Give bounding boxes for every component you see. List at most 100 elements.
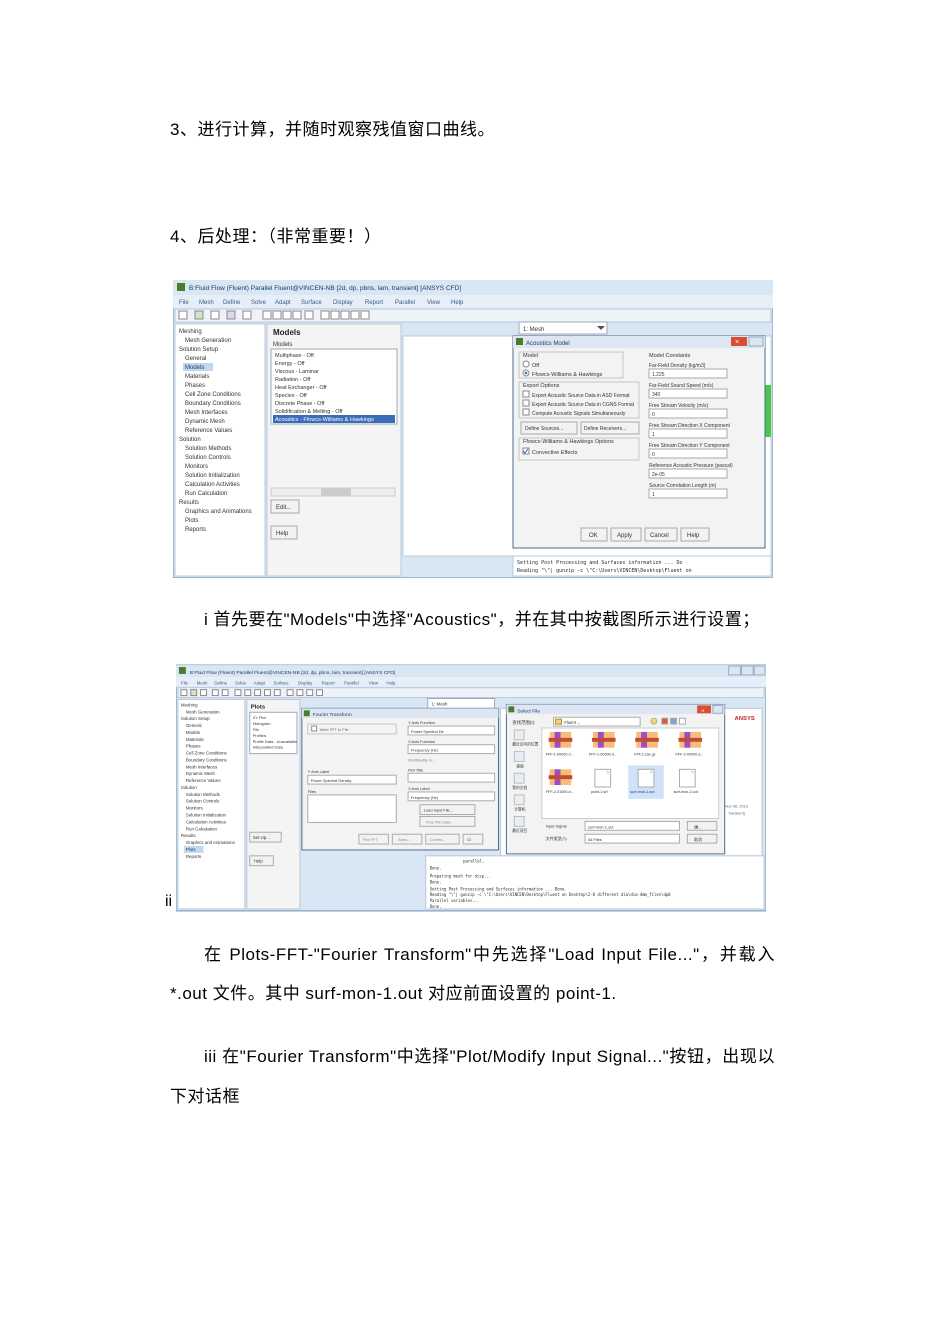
tree-item[interactable]: Models bbox=[186, 730, 201, 735]
tree-calc-act[interactable]: Calculation Activities bbox=[185, 482, 240, 488]
constant-input[interactable] bbox=[649, 449, 727, 458]
export-check1[interactable] bbox=[523, 391, 529, 397]
model-item[interactable]: Multiphase - Off bbox=[275, 353, 314, 359]
tree-item[interactable]: Results bbox=[181, 833, 196, 838]
tree-item[interactable]: Solution Initialization bbox=[186, 813, 227, 818]
place-label[interactable]: 桌面 bbox=[516, 764, 524, 769]
file-label[interactable]: point-1.srf bbox=[591, 790, 609, 794]
place-icon[interactable] bbox=[514, 774, 524, 784]
place-label[interactable]: 最近项目 bbox=[512, 829, 527, 834]
model-item[interactable]: Radiation - Off bbox=[275, 377, 311, 383]
tree-item[interactable]: Phases bbox=[186, 744, 201, 749]
menu-parallel[interactable]: Parallel bbox=[395, 300, 415, 306]
tree-item[interactable]: Dynamic Mesh bbox=[186, 771, 216, 776]
write-check[interactable] bbox=[312, 726, 317, 731]
tree-item[interactable]: Reports bbox=[186, 854, 202, 859]
radio-off[interactable] bbox=[523, 361, 529, 367]
tree-item[interactable]: Boundary Conditions bbox=[186, 758, 228, 763]
menu-help[interactable]: Help bbox=[451, 300, 464, 306]
file-label-selected[interactable]: surf-mon-1.out bbox=[630, 790, 654, 794]
tree-item-plots[interactable]: Plots bbox=[186, 847, 197, 852]
file-icon-archive[interactable] bbox=[635, 732, 659, 748]
tree-meshing[interactable]: Meshing bbox=[179, 329, 202, 335]
plot-item[interactable]: Histogram bbox=[253, 721, 272, 726]
menu-view[interactable]: View bbox=[427, 300, 441, 306]
tree-materials[interactable]: Materials bbox=[185, 374, 209, 380]
file-icon-archive[interactable] bbox=[549, 770, 573, 786]
close-button2[interactable] bbox=[463, 834, 483, 844]
place-label[interactable]: 我的文档 bbox=[512, 785, 527, 790]
tree-models[interactable]: Models bbox=[185, 365, 204, 371]
tree-sol-init[interactable]: Solution Initialization bbox=[185, 473, 240, 479]
tree-item[interactable]: Solution Methods bbox=[186, 792, 221, 797]
menu-surface[interactable]: Surface bbox=[301, 300, 322, 306]
menu-display[interactable]: Display bbox=[333, 300, 353, 306]
file-label[interactable]: surf-mon-2.out bbox=[674, 790, 698, 794]
model-item-acoustics[interactable]: Acoustics - Ffowcs-Williams & Hawkings bbox=[275, 417, 374, 423]
tree-sol-ctrl[interactable]: Solution Controls bbox=[185, 455, 231, 461]
menu-item[interactable]: File bbox=[181, 681, 189, 686]
tree-cellzone[interactable]: Cell Zone Conditions bbox=[185, 392, 241, 398]
tree-solution[interactable]: Solution bbox=[179, 437, 201, 443]
menu-item[interactable]: Mesh bbox=[197, 681, 208, 686]
menu-item[interactable]: Adapt bbox=[254, 681, 266, 686]
plot-item[interactable]: File bbox=[253, 727, 259, 732]
menu-file[interactable]: File bbox=[179, 300, 189, 306]
tree-item[interactable]: Calculation Activities bbox=[186, 820, 227, 825]
model-item[interactable]: Heat Exchanger - Off bbox=[275, 385, 327, 391]
model-item[interactable]: Viscous - Laminar bbox=[275, 369, 319, 375]
menu-define[interactable]: Define bbox=[223, 300, 241, 306]
tree-item[interactable]: Mesh Interfaces bbox=[186, 765, 218, 770]
model-item[interactable]: Discrete Phase - Off bbox=[275, 401, 325, 407]
tree-item[interactable]: Solution Setup bbox=[181, 716, 210, 721]
tree-plots[interactable]: Plots bbox=[185, 518, 198, 524]
model-item[interactable]: Energy - Off bbox=[275, 361, 305, 367]
tree-results[interactable]: Results bbox=[179, 500, 199, 506]
open-button[interactable] bbox=[687, 822, 716, 831]
menu-item[interactable]: Parallel bbox=[344, 681, 359, 686]
file-icon-doc[interactable] bbox=[638, 770, 654, 788]
constant-input[interactable] bbox=[649, 429, 727, 438]
tree-graphics[interactable]: Graphics and Animations bbox=[185, 509, 252, 515]
tree-item[interactable]: Monitors bbox=[186, 806, 204, 811]
place-icon[interactable] bbox=[514, 730, 524, 740]
close-btn[interactable] bbox=[754, 666, 765, 675]
constant-input[interactable] bbox=[649, 489, 727, 498]
menu-item[interactable]: Report bbox=[322, 681, 336, 686]
tree-meshing2[interactable]: Meshing bbox=[181, 703, 198, 708]
file-icon-archive[interactable] bbox=[549, 732, 573, 748]
tree-mesh-int[interactable]: Mesh Interfaces bbox=[185, 410, 228, 416]
menu-item[interactable]: View bbox=[369, 681, 379, 686]
tree-sol-methods[interactable]: Solution Methods bbox=[185, 446, 231, 452]
menu-solve[interactable]: Solve bbox=[251, 300, 267, 306]
plottitle-input[interactable] bbox=[408, 774, 495, 783]
tree-phases[interactable]: Phases bbox=[185, 383, 205, 389]
tree-item[interactable]: Reference Values bbox=[186, 778, 221, 783]
place-label[interactable]: 计算机 bbox=[514, 807, 525, 812]
tree-mesh-gen[interactable]: Mesh Generation bbox=[185, 338, 231, 344]
cancel-button2[interactable] bbox=[687, 834, 716, 843]
tree-item[interactable]: Solution Controls bbox=[186, 799, 220, 804]
file-icon-doc[interactable] bbox=[595, 770, 611, 788]
menu-report[interactable]: Report bbox=[365, 300, 383, 306]
model-item[interactable]: Solidification & Melting - Off bbox=[275, 409, 343, 415]
tree-item[interactable]: Cell Zone Conditions bbox=[186, 751, 228, 756]
place-icon[interactable] bbox=[514, 795, 524, 805]
menu-item[interactable]: Display bbox=[298, 681, 313, 686]
file-label[interactable]: FFF-1-00000.d... bbox=[546, 753, 574, 757]
files-list[interactable] bbox=[308, 795, 397, 823]
export-check2[interactable] bbox=[523, 400, 529, 406]
constant-input[interactable] bbox=[649, 389, 727, 398]
tree-general[interactable]: General bbox=[185, 356, 206, 362]
tree-item[interactable]: General bbox=[186, 723, 202, 728]
hscroll-thumb[interactable] bbox=[321, 488, 351, 496]
plot-item[interactable]: XY Plot bbox=[253, 715, 267, 720]
tree-dyn-mesh[interactable]: Dynamic Mesh bbox=[185, 419, 225, 425]
menu-item[interactable]: Help bbox=[386, 681, 396, 686]
menu-adapt[interactable]: Adapt bbox=[275, 300, 291, 306]
export-check3[interactable] bbox=[523, 409, 529, 415]
tree-item[interactable]: Mesh Generation bbox=[186, 710, 220, 715]
tree-item[interactable]: Run Calculation bbox=[186, 827, 218, 832]
plot-item[interactable]: Interpolated Data bbox=[253, 745, 284, 750]
tree-run-calc[interactable]: Run Calculation bbox=[185, 491, 227, 497]
